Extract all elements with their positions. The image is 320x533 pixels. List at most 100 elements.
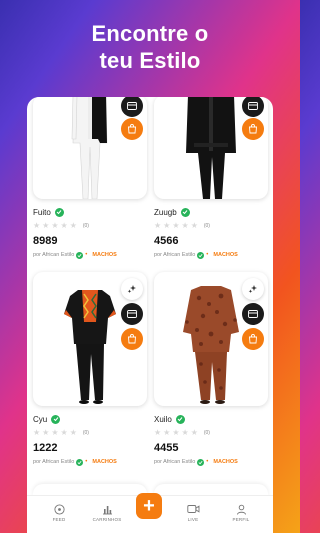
card-button[interactable] bbox=[121, 97, 143, 117]
star-icon: ★ bbox=[190, 221, 198, 230]
seller-name[interactable]: por African Estilo bbox=[33, 252, 74, 258]
star-icon: ★ bbox=[172, 221, 180, 230]
add-to-cart-button[interactable] bbox=[121, 328, 143, 350]
card-icon bbox=[248, 310, 258, 318]
verified-icon bbox=[76, 251, 84, 259]
video-icon bbox=[186, 505, 199, 513]
product-card[interactable]: Xuilo ★ ★ ★ ★ ★ (0) 4455 por African Estilo … bbox=[154, 272, 268, 468]
star-icon: ★ bbox=[69, 221, 77, 230]
product-image[interactable] bbox=[154, 97, 268, 199]
tab-feed-label: FEED bbox=[52, 517, 66, 522]
star-icon: ★ bbox=[33, 221, 41, 230]
star-icon: ★ bbox=[42, 221, 50, 230]
star-icon: ★ bbox=[181, 221, 189, 230]
hero-title-line2: teu Estilo bbox=[99, 48, 201, 73]
star-icon: ★ bbox=[42, 428, 50, 437]
product-image[interactable] bbox=[33, 97, 147, 199]
tab-feed[interactable]: FEED bbox=[39, 503, 79, 522]
cart-icon bbox=[249, 334, 257, 344]
outfit-image bbox=[64, 290, 116, 404]
star-icon: ★ bbox=[154, 221, 162, 230]
card-button[interactable] bbox=[121, 303, 143, 325]
star-icon: ★ bbox=[51, 221, 59, 230]
product-category[interactable]: MACHOS bbox=[92, 459, 116, 465]
rating-count: (0) bbox=[203, 223, 210, 229]
star-icon: ★ bbox=[163, 428, 171, 437]
product-card[interactable]: Fuito ★ ★ ★ ★ ★ (0) 8989 por African Estilo … bbox=[33, 97, 147, 261]
rating: ★ ★ ★ ★ ★ (0) bbox=[154, 427, 268, 439]
star-icon: ★ bbox=[181, 428, 189, 437]
verified-icon bbox=[175, 414, 185, 424]
seller-name[interactable]: por African Estilo bbox=[154, 459, 195, 465]
cart-icon bbox=[128, 124, 136, 134]
cart-icon bbox=[128, 334, 136, 344]
rating: ★ ★ ★ ★ ★ (0) bbox=[33, 427, 147, 439]
tab-profile-label: PERFIL bbox=[232, 517, 250, 522]
add-to-cart-button[interactable] bbox=[121, 118, 143, 140]
card-icon bbox=[248, 102, 258, 110]
tab-carts[interactable]: CARRINHOS bbox=[87, 503, 127, 522]
product-image[interactable] bbox=[154, 272, 268, 406]
hero-title: Encontre o teu Estilo bbox=[0, 20, 300, 74]
product-name[interactable]: Fuito bbox=[33, 208, 51, 217]
product-category[interactable]: MACHOS bbox=[92, 252, 116, 258]
cart-icon bbox=[249, 124, 257, 134]
separator-dot: • bbox=[85, 252, 88, 258]
seller-name[interactable]: por African Estilo bbox=[33, 459, 74, 465]
chart-icon bbox=[102, 505, 112, 514]
rating-count: (0) bbox=[203, 430, 210, 436]
product-card[interactable]: Cyu ★ ★ ★ ★ ★ (0) 1222 por African Estilo • … bbox=[33, 272, 147, 468]
separator-dot: • bbox=[206, 252, 209, 258]
product-name[interactable]: Xuilo bbox=[154, 415, 172, 424]
product-price: 8989 bbox=[33, 235, 58, 247]
product-category[interactable]: MACHOS bbox=[213, 459, 237, 465]
star-icon: ★ bbox=[51, 428, 59, 437]
outfit-image bbox=[71, 97, 108, 199]
verified-icon bbox=[180, 207, 190, 217]
card-icon bbox=[127, 102, 137, 110]
verified-icon bbox=[197, 458, 205, 466]
product-image[interactable] bbox=[33, 272, 147, 406]
sparkle-icon bbox=[248, 285, 257, 293]
feed-icon bbox=[53, 503, 65, 515]
seller-name[interactable]: por African Estilo bbox=[154, 252, 195, 258]
try-on-button[interactable] bbox=[242, 278, 264, 300]
star-icon: ★ bbox=[33, 428, 41, 437]
star-icon: ★ bbox=[163, 221, 171, 230]
tab-live[interactable]: LIVE bbox=[173, 503, 213, 522]
rating: ★ ★ ★ ★ ★ (0) bbox=[154, 220, 268, 232]
tab-profile[interactable]: PERFIL bbox=[221, 503, 261, 522]
star-icon: ★ bbox=[60, 221, 68, 230]
hero-title-line1: Encontre o bbox=[91, 21, 209, 46]
star-icon: ★ bbox=[190, 428, 198, 437]
product-card[interactable]: Zuugb ★ ★ ★ ★ ★ (0) 4566 por African Estilo … bbox=[154, 97, 268, 261]
try-on-button[interactable] bbox=[121, 278, 143, 300]
bottom-tab-bar: FEED CARRINHOS + LIVE PERFIL bbox=[27, 493, 273, 533]
product-category[interactable]: MACHOS bbox=[213, 252, 237, 258]
product-name[interactable]: Zuugb bbox=[154, 208, 177, 217]
user-icon bbox=[236, 504, 246, 515]
add-to-cart-button[interactable] bbox=[242, 118, 264, 140]
app-screen: Fuito ★ ★ ★ ★ ★ (0) 8989 por African Estilo … bbox=[27, 97, 273, 533]
add-button[interactable]: + bbox=[136, 493, 162, 519]
add-to-cart-button[interactable] bbox=[242, 328, 264, 350]
tab-live-label: LIVE bbox=[187, 517, 199, 522]
outfit-image bbox=[183, 286, 239, 404]
product-name[interactable]: Cyu bbox=[33, 415, 47, 424]
outfit-image bbox=[186, 97, 236, 199]
verified-icon bbox=[54, 207, 64, 217]
separator-dot: • bbox=[206, 459, 209, 465]
verified-icon bbox=[197, 251, 205, 259]
product-price: 4455 bbox=[154, 442, 179, 454]
star-icon: ★ bbox=[60, 428, 68, 437]
card-button[interactable] bbox=[242, 303, 264, 325]
star-icon: ★ bbox=[172, 428, 180, 437]
card-button[interactable] bbox=[242, 97, 264, 117]
verified-icon bbox=[51, 414, 61, 424]
rating-count: (0) bbox=[82, 430, 89, 436]
tab-carts-label: CARRINHOS bbox=[92, 517, 122, 522]
rating-count: (0) bbox=[82, 223, 89, 229]
plus-icon: + bbox=[143, 495, 155, 517]
product-price: 1222 bbox=[33, 442, 58, 454]
product-grid: Fuito ★ ★ ★ ★ ★ (0) 8989 por African Estilo … bbox=[27, 97, 273, 497]
